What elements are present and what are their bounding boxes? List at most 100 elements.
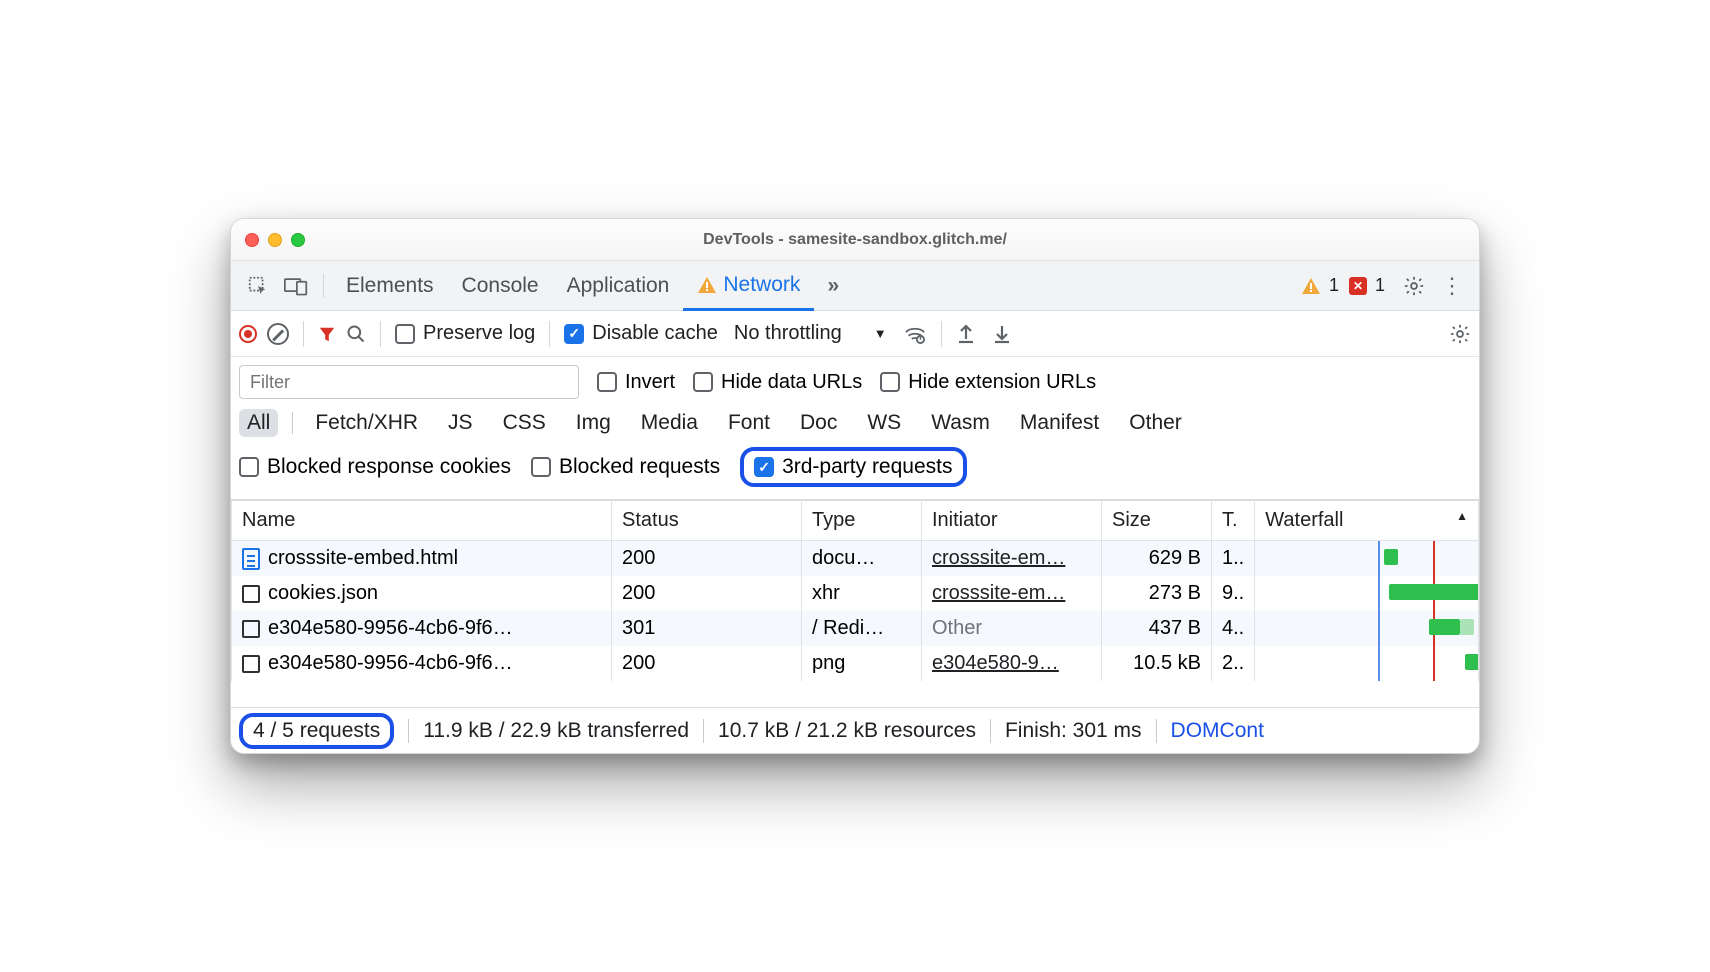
hide-data-urls-checkbox[interactable]: Hide data URLs xyxy=(693,371,862,394)
col-status[interactable]: Status xyxy=(612,501,802,541)
clear-button[interactable] xyxy=(267,323,289,345)
table-header-row: Name Status Type Initiator Size T. Water… xyxy=(232,501,1479,541)
request-status: 200 xyxy=(612,576,802,611)
table-row[interactable]: crosssite-embed.html 200 docu… crosssite… xyxy=(232,541,1479,577)
window-controls xyxy=(245,233,305,247)
requests-count: 4 / 5 requests xyxy=(253,719,380,742)
error-count[interactable]: ✕ 1 xyxy=(1349,275,1385,296)
type-js[interactable]: JS xyxy=(440,409,481,437)
inspect-icon[interactable] xyxy=(239,267,277,305)
file-icon xyxy=(242,585,260,603)
chevron-down-icon: ▼ xyxy=(874,326,887,341)
waterfall-bar xyxy=(1255,646,1478,681)
request-name: crosssite-embed.html xyxy=(268,547,458,570)
filter-row: Invert Hide data URLs Hide extension URL… xyxy=(231,357,1479,405)
tab-application[interactable]: Application xyxy=(553,261,684,310)
throttling-select[interactable]: No throttling ▼ xyxy=(734,322,887,345)
upload-har-icon[interactable] xyxy=(956,323,976,345)
request-time: 9.. xyxy=(1212,576,1255,611)
table-row[interactable]: cookies.json 200 xhr crosssite-em… 273 B… xyxy=(232,576,1479,611)
col-size[interactable]: Size xyxy=(1102,501,1212,541)
record-button[interactable] xyxy=(239,325,257,343)
network-conditions-icon[interactable] xyxy=(903,324,927,344)
type-font[interactable]: Font xyxy=(720,409,778,437)
request-time: 1.. xyxy=(1212,541,1255,577)
request-status: 200 xyxy=(612,541,802,577)
preserve-log-checkbox[interactable]: Preserve log xyxy=(395,322,535,345)
requests-table: Name Status Type Initiator Size T. Water… xyxy=(231,500,1479,681)
filter-input[interactable] xyxy=(239,365,579,399)
filter-toggle-icon[interactable] xyxy=(318,325,336,343)
invert-checkbox[interactable]: Invert xyxy=(597,371,675,394)
minimize-window-button[interactable] xyxy=(268,233,282,247)
waterfall-bar xyxy=(1255,541,1478,576)
network-toolbar: Preserve log Disable cache No throttling… xyxy=(231,311,1479,357)
device-toggle-icon[interactable] xyxy=(277,267,315,305)
type-wasm[interactable]: Wasm xyxy=(923,409,998,437)
request-name: e304e580-9956-4cb6-9f6… xyxy=(268,652,513,675)
initiator-link[interactable]: e304e580-9… xyxy=(932,652,1059,674)
request-type: / Redi… xyxy=(802,611,922,646)
kebab-menu-icon[interactable]: ⋮ xyxy=(1433,267,1471,305)
request-type: png xyxy=(802,646,922,681)
blocked-response-cookies-checkbox[interactable]: Blocked response cookies xyxy=(239,455,511,479)
request-size: 437 B xyxy=(1102,611,1212,646)
resource-type-filters: All Fetch/XHR JS CSS Img Media Font Doc … xyxy=(231,405,1479,447)
window-title: DevTools - samesite-sandbox.glitch.me/ xyxy=(231,231,1479,249)
file-icon xyxy=(242,620,260,638)
waterfall-bar xyxy=(1255,611,1478,646)
type-doc[interactable]: Doc xyxy=(792,409,845,437)
type-css[interactable]: CSS xyxy=(495,409,554,437)
initiator-link[interactable]: crosssite-em… xyxy=(932,547,1065,569)
finish-time: Finish: 301 ms xyxy=(1005,719,1142,743)
request-size: 10.5 kB xyxy=(1102,646,1212,681)
document-icon xyxy=(242,548,260,570)
col-initiator[interactable]: Initiator xyxy=(922,501,1102,541)
col-name[interactable]: Name xyxy=(232,501,612,541)
request-size: 629 B xyxy=(1102,541,1212,577)
tab-console[interactable]: Console xyxy=(448,261,553,310)
type-media[interactable]: Media xyxy=(633,409,706,437)
status-bar: 4 / 5 requests 11.9 kB / 22.9 kB transfe… xyxy=(231,707,1479,753)
type-manifest[interactable]: Manifest xyxy=(1012,409,1107,437)
type-fetch-xhr[interactable]: Fetch/XHR xyxy=(307,409,426,437)
initiator-link[interactable]: crosssite-em… xyxy=(932,582,1065,604)
type-ws[interactable]: WS xyxy=(859,409,909,437)
blocked-filters-row: Blocked response cookies Blocked request… xyxy=(231,447,1479,500)
tab-network[interactable]: Network xyxy=(683,262,814,311)
warning-icon xyxy=(1301,277,1321,295)
search-icon[interactable] xyxy=(346,324,366,344)
warning-icon xyxy=(697,276,717,294)
download-har-icon[interactable] xyxy=(992,323,1012,345)
settings-icon[interactable] xyxy=(1395,267,1433,305)
col-type[interactable]: Type xyxy=(802,501,922,541)
more-tabs-icon[interactable]: » xyxy=(814,267,852,305)
third-party-requests-checkbox[interactable]: 3rd-party requests xyxy=(754,455,952,479)
warning-count[interactable]: 1 xyxy=(1301,275,1339,296)
col-time[interactable]: T. xyxy=(1212,501,1255,541)
col-waterfall[interactable]: Waterfall▲ xyxy=(1255,501,1479,541)
devtools-window: DevTools - samesite-sandbox.glitch.me/ E… xyxy=(230,218,1480,754)
type-img[interactable]: Img xyxy=(568,409,619,437)
close-window-button[interactable] xyxy=(245,233,259,247)
maximize-window-button[interactable] xyxy=(291,233,305,247)
request-type: xhr xyxy=(802,576,922,611)
blocked-requests-checkbox[interactable]: Blocked requests xyxy=(531,455,720,479)
disable-cache-checkbox[interactable]: Disable cache xyxy=(564,322,718,345)
table-row[interactable]: e304e580-9956-4cb6-9f6… 200 png e304e580… xyxy=(232,646,1479,681)
main-tabstrip: Elements Console Application Network » 1… xyxy=(231,261,1479,311)
request-type: docu… xyxy=(802,541,922,577)
request-time: 4.. xyxy=(1212,611,1255,646)
third-party-requests-highlight: 3rd-party requests xyxy=(740,447,966,487)
tab-elements[interactable]: Elements xyxy=(332,261,448,310)
request-time: 2.. xyxy=(1212,646,1255,681)
panel-settings-icon[interactable] xyxy=(1449,323,1471,345)
type-other[interactable]: Other xyxy=(1121,409,1190,437)
file-icon xyxy=(242,655,260,673)
domcontentloaded-link[interactable]: DOMCont xyxy=(1171,719,1264,743)
requests-count-highlight: 4 / 5 requests xyxy=(239,713,394,749)
hide-extension-urls-checkbox[interactable]: Hide extension URLs xyxy=(880,371,1096,394)
transferred-size: 11.9 kB / 22.9 kB transferred xyxy=(423,719,689,743)
type-all[interactable]: All xyxy=(239,409,278,437)
table-row[interactable]: e304e580-9956-4cb6-9f6… 301 / Redi… Othe… xyxy=(232,611,1479,646)
